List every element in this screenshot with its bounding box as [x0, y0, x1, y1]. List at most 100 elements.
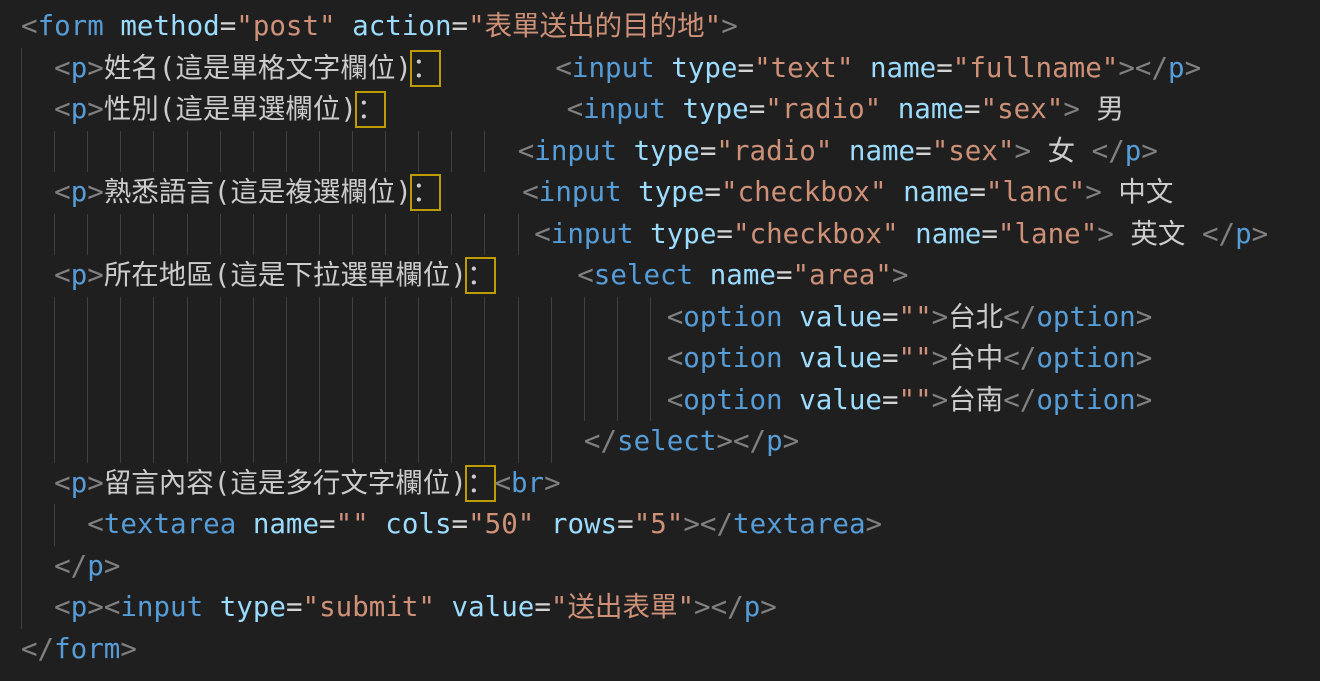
text-token — [203, 591, 220, 623]
string-token: "fullname" — [953, 52, 1119, 84]
code-line[interactable]: <p>姓名(這是單格文字欄位)： <input type="text" name… — [21, 48, 1320, 90]
punct-token: </ — [584, 425, 617, 457]
tag-token: input — [120, 591, 203, 623]
text-token — [634, 218, 651, 250]
punct-token: > — [87, 93, 104, 125]
code-line[interactable]: <p>性別(這是單選欄位)： <input type="radio" name=… — [21, 89, 1320, 131]
attr-name-token: value — [452, 591, 535, 623]
text-token — [369, 508, 386, 540]
code-line[interactable]: <p>留言內容(這是多行文字欄位)：<br> — [21, 463, 1320, 505]
punct-token: > — [1136, 384, 1153, 416]
whitespace — [21, 135, 518, 167]
whitespace — [21, 93, 54, 125]
punct-token: < — [494, 467, 511, 499]
punct-token: < — [667, 301, 684, 333]
punct-token: > — [932, 342, 949, 374]
text-token — [832, 135, 849, 167]
code-line[interactable]: <option value="">台北</option> — [21, 297, 1320, 339]
equals-token: = — [964, 93, 981, 125]
punct-token: </ — [1135, 52, 1168, 84]
attr-name-token: rows — [551, 508, 617, 540]
punct-token: < — [54, 467, 71, 499]
text-token — [336, 10, 353, 42]
attr-name-token: type — [650, 218, 716, 250]
string-token: "radio" — [765, 93, 881, 125]
whitespace — [494, 259, 577, 291]
punct-token: > — [721, 10, 738, 42]
whitespace — [21, 591, 54, 623]
code-line[interactable]: <textarea name="" cols="50" rows="5"></t… — [21, 504, 1320, 546]
punct-token: </ — [1202, 218, 1235, 250]
whitespace — [21, 425, 584, 457]
text-token — [666, 93, 683, 125]
tag-token: input — [534, 135, 617, 167]
equals-token: = — [882, 301, 899, 333]
attr-name-token: name — [915, 218, 981, 250]
text-token: 台中 — [948, 342, 1003, 374]
whitespace — [21, 301, 667, 333]
code-line[interactable]: <p><input type="submit" value="送出表單"></p… — [21, 587, 1320, 629]
string-token: "表單送出的目的地" — [468, 10, 721, 42]
string-token: "checkbox" — [733, 218, 899, 250]
equals-token: = — [749, 93, 766, 125]
punct-token: < — [54, 52, 71, 84]
equals-token: = — [617, 508, 634, 540]
unicode-highlight-box: ： — [467, 467, 495, 500]
attr-name-token: value — [799, 342, 882, 374]
string-token: "sex" — [981, 93, 1064, 125]
punct-token: > — [104, 550, 121, 582]
whitespace — [21, 384, 667, 416]
text-token: 留言內容(這是多行文字欄位) — [104, 467, 467, 499]
code-line[interactable]: </form> — [21, 629, 1320, 671]
tag-token: option — [683, 342, 782, 374]
punct-token: > — [1063, 93, 1080, 125]
whitespace — [21, 467, 54, 499]
code-line[interactable]: <input type="checkbox" name="lane"> 英文 <… — [21, 214, 1320, 256]
tag-token: textarea — [104, 508, 236, 540]
equals-token: = — [716, 218, 733, 250]
code-line[interactable]: <option value="">台中</option> — [21, 338, 1320, 380]
punct-token: > — [1118, 52, 1135, 84]
punct-token: </ — [1003, 384, 1036, 416]
equals-token: = — [936, 52, 953, 84]
attr-name-token: type — [638, 176, 704, 208]
punct-token: < — [555, 52, 572, 84]
code-line[interactable]: </p> — [21, 546, 1320, 588]
text-token: 英文 — [1114, 218, 1202, 250]
text-token — [655, 52, 672, 84]
code-line[interactable]: <p>所在地區(這是下拉選單欄位)： <select name="area"> — [21, 255, 1320, 297]
whitespace — [21, 259, 54, 291]
tag-token: textarea — [733, 508, 865, 540]
attr-name-token: cols — [385, 508, 451, 540]
text-token — [899, 218, 916, 250]
punct-token: > — [1136, 301, 1153, 333]
code-editor[interactable]: <form method="post" action="表單送出的目的地"> <… — [0, 0, 1320, 681]
code-line[interactable]: </select></p> — [21, 421, 1320, 463]
attr-name-token: type — [634, 135, 700, 167]
code-line[interactable]: <form method="post" action="表單送出的目的地"> — [21, 6, 1320, 48]
punct-token: < — [518, 135, 535, 167]
punct-token: > — [683, 508, 700, 540]
punct-token: > — [1136, 342, 1153, 374]
punct-token: < — [567, 93, 584, 125]
tag-token: p — [71, 52, 88, 84]
text-token — [236, 508, 253, 540]
tag-token: input — [539, 176, 622, 208]
unicode-highlight-box: ： — [412, 176, 440, 209]
punct-token: > — [1097, 218, 1114, 250]
punct-token: </ — [1003, 342, 1036, 374]
whitespace — [21, 342, 667, 374]
equals-token: = — [882, 342, 899, 374]
code-line[interactable]: <option value="">台南</option> — [21, 380, 1320, 422]
code-line[interactable]: <input type="radio" name="sex"> 女 </p> — [21, 131, 1320, 173]
text-token — [783, 342, 800, 374]
equals-token: = — [738, 52, 755, 84]
string-token: "50" — [468, 508, 534, 540]
string-token: "text" — [754, 52, 853, 84]
text-token — [104, 10, 121, 42]
tag-token: p — [1168, 52, 1185, 84]
string-token: "submit" — [303, 591, 435, 623]
text-token — [435, 591, 452, 623]
punct-token: < — [54, 259, 71, 291]
code-line[interactable]: <p>熟悉語言(這是複選欄位)： <input type="checkbox" … — [21, 172, 1320, 214]
